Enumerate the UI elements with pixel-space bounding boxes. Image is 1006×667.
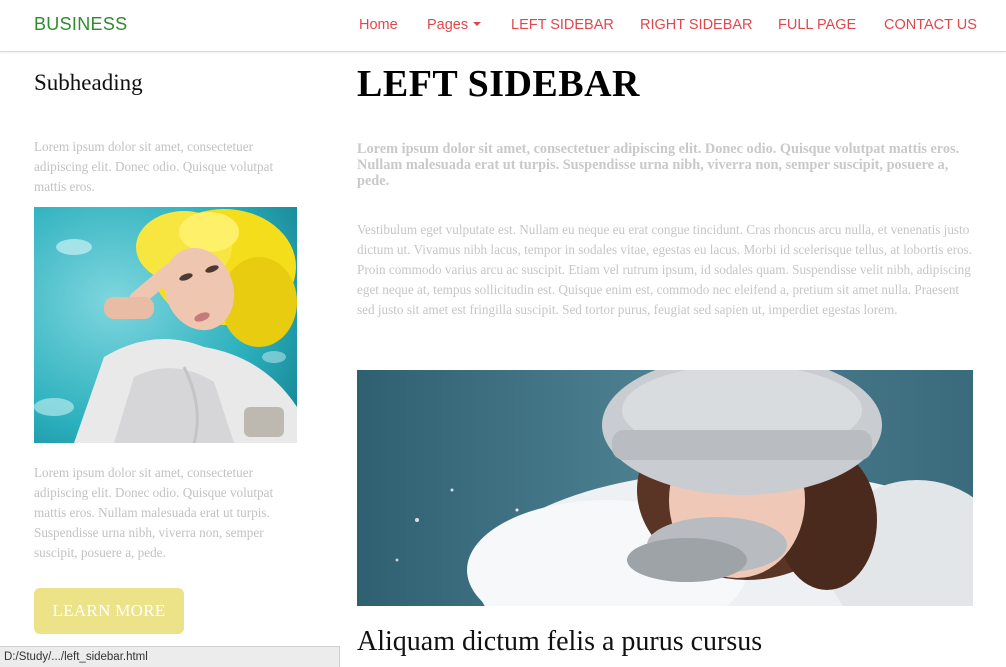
sidebar-heading: Subheading	[34, 70, 143, 95]
page-title: LEFT SIDEBAR	[357, 63, 641, 105]
main-image	[357, 370, 973, 606]
nav-item-full-page[interactable]: FULL PAGE	[778, 17, 856, 33]
browser-status-bar: D:/Study/.../left_sidebar.html	[0, 646, 340, 667]
nav-item-pages-label: Pages	[427, 17, 469, 33]
top-navbar: BUSINESS Home Pages LEFT SIDEBAR RIGHT S…	[0, 0, 1006, 52]
learn-more-button[interactable]: LEARN MORE	[34, 588, 184, 634]
nav-item-pages[interactable]: Pages	[427, 17, 482, 33]
nav-item-left-sidebar[interactable]: LEFT SIDEBAR	[511, 17, 614, 33]
woman-yellow-hair-illustration	[34, 207, 297, 443]
sidebar-body-text: Lorem ipsum dolor sit amet, consectetuer…	[34, 465, 274, 560]
status-url: D:/Study/.../left_sidebar.html	[4, 651, 148, 663]
woman-winter-hat-illustration	[357, 370, 973, 606]
nav-item-right-sidebar[interactable]: RIGHT SIDEBAR	[640, 17, 753, 33]
section-heading: Aliquam dictum felis a purus cursus	[357, 626, 763, 657]
nav-item-home[interactable]: Home	[359, 17, 398, 33]
nav-item-contact-us[interactable]: CONTACT US	[884, 17, 977, 33]
lead-paragraph: Lorem ipsum dolor sit amet, consectetuer…	[357, 141, 960, 189]
caret-down-icon	[473, 22, 482, 26]
sidebar-image	[34, 207, 297, 443]
brand-logo[interactable]: BUSINESS	[34, 14, 127, 35]
sidebar-intro-text: Lorem ipsum dolor sit amet, consectetuer…	[34, 139, 274, 194]
body-paragraph: Vestibulum eget vulputate est. Nullam eu…	[357, 222, 972, 317]
